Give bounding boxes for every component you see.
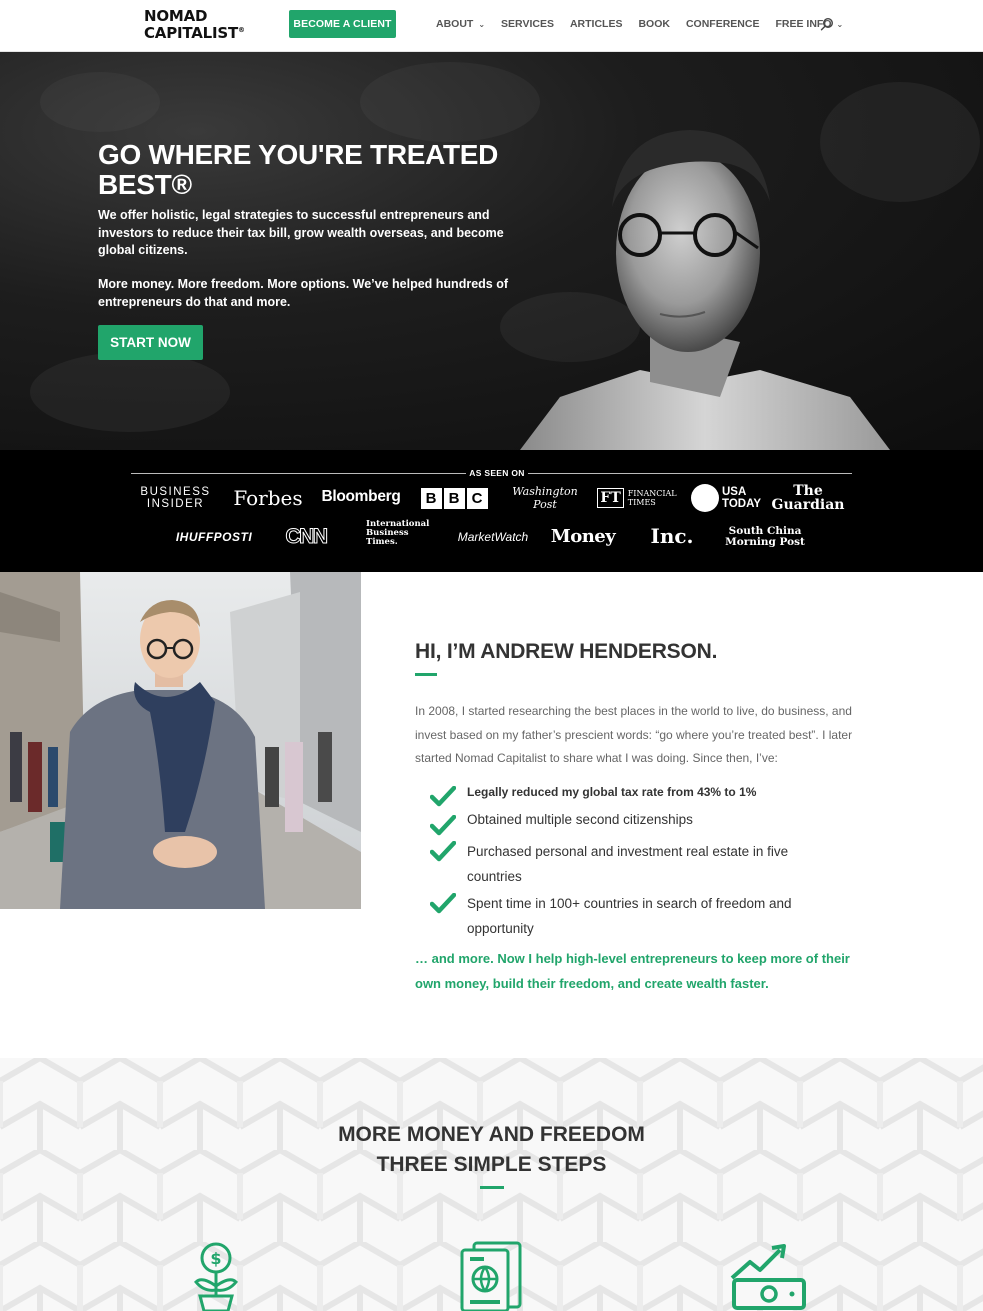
- divider: [528, 473, 852, 474]
- become-a-client-button[interactable]: BECOME A CLIENT: [289, 10, 396, 38]
- start-now-button[interactable]: START NOW: [98, 325, 203, 360]
- usa-today-logo: USA TODAY: [688, 484, 764, 512]
- checkmark-icon: [430, 815, 456, 836]
- main-nav: ABOUT ⌄ SERVICES ARTICLES BOOK CONFERENCE…: [436, 18, 859, 30]
- hero-paragraph: We offer holistic, legal strategies to s…: [98, 208, 504, 257]
- hero-paragraph: More money. More freedom. More options. …: [98, 277, 509, 309]
- title-underline: [480, 1186, 504, 1189]
- nav-item-book[interactable]: BOOK: [638, 18, 670, 30]
- financial-times-logo: FT FINANCIAL TIMES: [597, 485, 677, 511]
- list-item: Legally reduced my global tax rate from …: [430, 780, 837, 808]
- divider: [131, 473, 466, 474]
- site-header: NOMAD CAPITALIST® BECOME A CLIENT ABOUT ⌄…: [0, 0, 983, 52]
- title-underline: [415, 673, 437, 676]
- money-logo: Money: [550, 525, 616, 547]
- logo-line-1: NOMAD: [144, 7, 208, 25]
- about-title: HI, I’M ANDREW HENDERSON.: [415, 640, 718, 663]
- the-guardian-logo: The Guardian: [771, 483, 845, 513]
- cash-growth-icon: [730, 1244, 806, 1310]
- marketwatch-logo: MarketWatch: [457, 530, 529, 544]
- as-seen-on-label: AS SEEN ON: [469, 468, 525, 478]
- three-steps-section: MORE MONEY AND FREEDOM THREE SIMPLE STEP…: [0, 1058, 983, 1311]
- nav-item-articles[interactable]: ARTICLES: [570, 18, 623, 30]
- washington-post-logo: Washington Post: [512, 485, 578, 511]
- passport-icon: [460, 1241, 522, 1311]
- checkmark-icon: [430, 893, 456, 914]
- bbc-logo: B B C: [419, 487, 489, 509]
- checkmark-icon: [430, 786, 456, 807]
- nav-item-about[interactable]: ABOUT ⌄: [436, 18, 485, 30]
- list-item: Obtained multiple second citizenships: [430, 807, 837, 837]
- about-closing: … and more. Now I help high-level entrep…: [415, 951, 850, 991]
- bloomberg-logo: Bloomberg: [321, 488, 401, 505]
- hero-section: GO WHERE YOU'RE TREATED BEST® We offer h…: [0, 52, 983, 450]
- money-plant-icon: $: [193, 1242, 239, 1311]
- checkmark-icon: [430, 841, 456, 862]
- list-item: Spent time in 100+ countries in search o…: [430, 891, 837, 941]
- forbes-logo: Forbes: [233, 486, 303, 510]
- nav-item-conference[interactable]: CONFERENCE: [686, 18, 760, 30]
- about-intro: In 2008, I started researching the best …: [415, 704, 853, 765]
- inc-logo: Inc.: [650, 524, 694, 548]
- andrew-henderson-photo: [0, 572, 361, 909]
- usa-today-circle-icon: [691, 484, 719, 512]
- street-scene-image: [0, 572, 361, 909]
- south-china-morning-post-logo: South China Morning Post: [725, 525, 805, 548]
- logo-line-2: CAPITALIST®: [144, 24, 245, 42]
- cnn-logo: CNN: [285, 525, 329, 549]
- hero-title: GO WHERE YOU'RE TREATED BEST®: [98, 139, 499, 200]
- nav-item-services[interactable]: SERVICES: [501, 18, 554, 30]
- chevron-down-icon: ⌄: [836, 19, 844, 29]
- list-item: Purchased personal and investment real e…: [430, 839, 837, 889]
- business-insider-logo: BUSINESS INSIDER: [140, 486, 211, 510]
- search-icon[interactable]: [820, 17, 834, 31]
- international-business-times-logo: International Business Times.: [366, 518, 430, 547]
- steps-title: MORE MONEY AND FREEDOM THREE SIMPLE STEP…: [338, 1123, 645, 1176]
- svg-text:$: $: [210, 1249, 221, 1268]
- site-logo[interactable]: NOMAD CAPITALIST®: [144, 7, 245, 42]
- huffpost-logo: IHUFFPOSTI: [175, 530, 253, 544]
- as-seen-on-section: AS SEEN ON BUSINESS INSIDER Forbes Bloomb…: [0, 450, 983, 572]
- chevron-down-icon: ⌄: [478, 19, 486, 29]
